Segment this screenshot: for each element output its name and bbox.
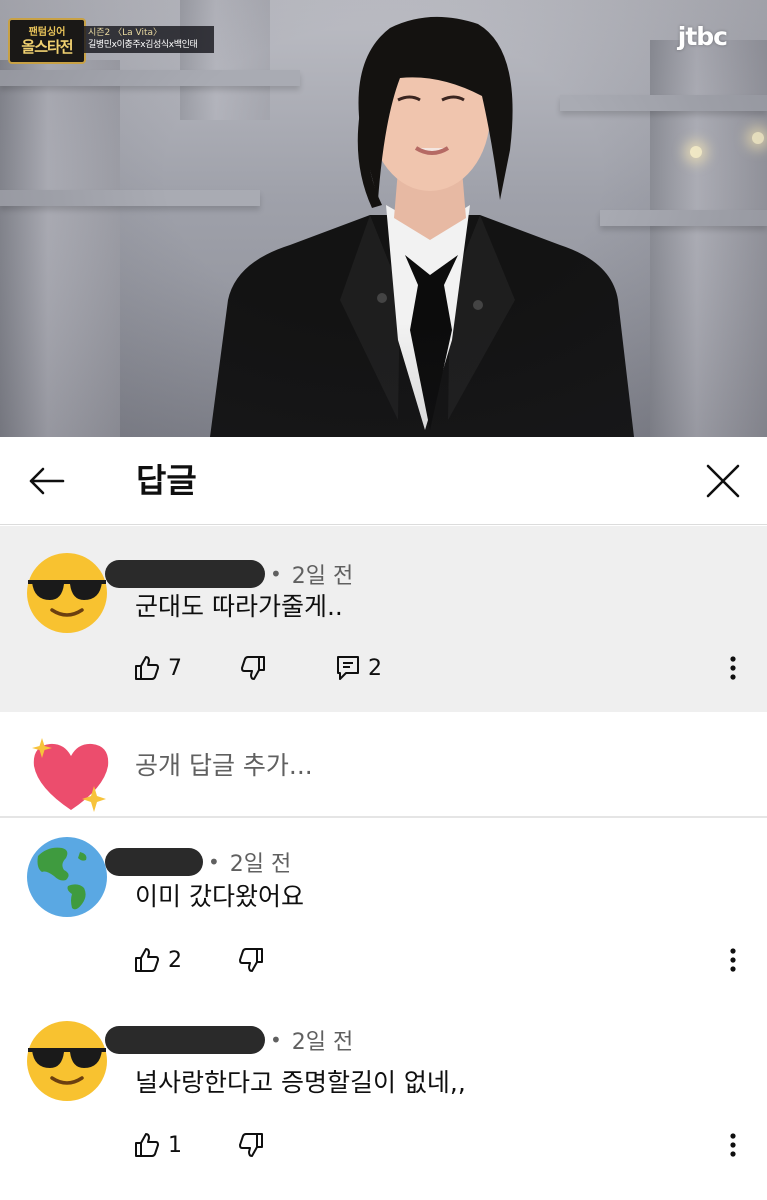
comment-time: 2일 전 bbox=[291, 1030, 354, 1055]
comment-meta: • 2일 전 bbox=[105, 560, 354, 589]
reply-button[interactable]: 2 bbox=[336, 655, 382, 681]
thumbs-up-icon bbox=[135, 1133, 159, 1157]
cast-label: 길병민x이충주x김성식x백인태 bbox=[88, 40, 198, 50]
season-label: 시즌2 〈La Vita〉 bbox=[88, 28, 163, 38]
video-vignette bbox=[0, 0, 767, 437]
more-vertical-icon bbox=[730, 948, 736, 972]
more-vertical-icon bbox=[730, 656, 736, 680]
separator-dot: • bbox=[270, 562, 282, 586]
like-count: 1 bbox=[168, 1132, 182, 1158]
reply-input[interactable] bbox=[135, 746, 725, 786]
more-options-button[interactable] bbox=[723, 945, 743, 975]
separator-dot: • bbox=[208, 850, 220, 874]
comment-time: 2일 전 bbox=[229, 852, 292, 877]
like-count: 7 bbox=[168, 655, 182, 681]
comment-text: 널사랑한다고 증명할길이 없네,, bbox=[135, 1068, 466, 1097]
comment-text: 군대도 따라가줄게.. bbox=[135, 592, 343, 621]
more-options-button[interactable] bbox=[723, 653, 743, 683]
comment-text: 이미 갔다왔어요 bbox=[135, 882, 304, 911]
channel-logo: jtbc bbox=[677, 22, 728, 51]
more-options-button[interactable] bbox=[723, 1130, 743, 1160]
arrow-left-icon bbox=[29, 467, 65, 495]
thumbs-up-icon bbox=[135, 656, 159, 680]
like-button[interactable]: 2 bbox=[134, 947, 182, 973]
dislike-button[interactable] bbox=[238, 947, 264, 973]
close-icon bbox=[706, 464, 740, 498]
close-button[interactable] bbox=[701, 459, 745, 503]
separator-dot: • bbox=[270, 1028, 282, 1052]
comment-meta: • 2일 전 bbox=[105, 1026, 354, 1055]
back-button[interactable] bbox=[24, 461, 68, 501]
reply-comment: • 2일 전 이미 갔다왔어요 2 bbox=[0, 820, 767, 1000]
comment-meta: • 2일 전 bbox=[105, 848, 292, 877]
page-title: 답글 bbox=[136, 461, 197, 500]
parent-comment: • 2일 전 군대도 따라가줄게.. 7 2 bbox=[0, 526, 767, 712]
show-info-caption: 시즌2 〈La Vita〉 길병민x이충주x김성식x백인태 bbox=[82, 26, 214, 53]
like-button[interactable]: 1 bbox=[134, 1132, 182, 1158]
redacted-username bbox=[105, 1026, 265, 1054]
show-logo: 팬텀싱어 올스타전 bbox=[8, 18, 86, 64]
like-count: 2 bbox=[168, 947, 182, 973]
video-player[interactable]: 팬텀싱어 올스타전 시즌2 〈La Vita〉 길병민x이충주x김성식x백인태 … bbox=[0, 0, 767, 437]
replies-header: 답글 bbox=[0, 437, 767, 525]
comment-actions: 1 bbox=[134, 1130, 264, 1160]
more-vertical-icon bbox=[730, 1133, 736, 1157]
globe-americas-emoji-avatar[interactable] bbox=[26, 836, 108, 918]
comment-actions: 2 bbox=[134, 945, 264, 975]
dislike-button[interactable] bbox=[238, 1132, 264, 1158]
thumbs-up-icon bbox=[135, 948, 159, 972]
dislike-button[interactable] bbox=[240, 655, 266, 681]
show-logo-line1: 팬텀싱어 bbox=[28, 26, 66, 38]
redacted-username bbox=[105, 848, 203, 876]
like-button[interactable]: 7 bbox=[134, 655, 182, 681]
reply-count: 2 bbox=[368, 655, 382, 681]
comment-reply-icon bbox=[337, 656, 359, 680]
thumbs-down-icon bbox=[239, 948, 263, 972]
sparkling-heart-emoji-avatar bbox=[32, 738, 109, 812]
comment-actions: 7 2 bbox=[134, 653, 382, 683]
thumbs-down-icon bbox=[241, 656, 265, 680]
reply-composer bbox=[0, 712, 767, 818]
redacted-username bbox=[105, 560, 265, 588]
show-logo-line2: 올스타전 bbox=[21, 37, 73, 56]
comment-time: 2일 전 bbox=[291, 564, 354, 589]
thumbs-down-icon bbox=[239, 1133, 263, 1157]
sunglasses-emoji-avatar[interactable] bbox=[26, 552, 108, 634]
sunglasses-emoji-avatar[interactable] bbox=[26, 1020, 108, 1102]
reply-comment: • 2일 전 널사랑한다고 증명할길이 없네,, 1 bbox=[0, 1006, 767, 1200]
